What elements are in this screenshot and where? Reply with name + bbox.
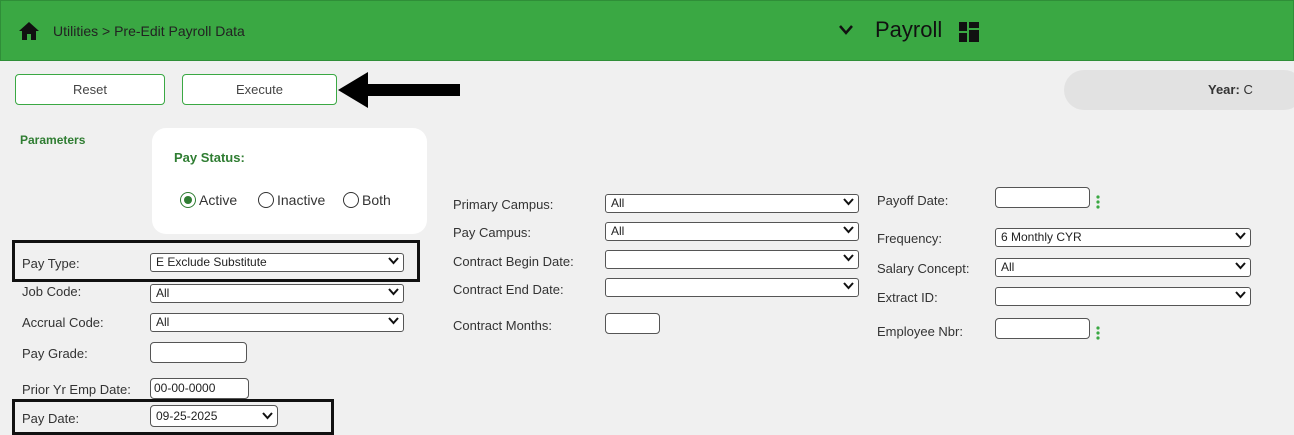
radio-active[interactable]: Active — [180, 191, 237, 209]
job-code-label: Job Code: — [22, 284, 82, 299]
chevron-down-icon — [388, 288, 399, 296]
pay-campus-value: All — [611, 224, 625, 238]
chevron-down-icon[interactable] — [839, 25, 853, 35]
pay-status-title: Pay Status: — [174, 150, 245, 165]
reset-button[interactable]: Reset — [15, 74, 165, 105]
date-picker-icon[interactable] — [1096, 195, 1100, 209]
contract-begin-date-label: Contract Begin Date: — [453, 254, 574, 269]
pay-type-label: Pay Type: — [22, 256, 80, 271]
pay-campus-label: Pay Campus: — [453, 225, 532, 240]
radio-both-label: Both — [362, 192, 391, 208]
chevron-down-icon — [388, 317, 399, 325]
radio-active-label: Active — [199, 192, 238, 208]
pay-date-label: Pay Date: — [22, 411, 80, 426]
chevron-down-icon — [1235, 232, 1246, 240]
chevron-down-icon — [262, 412, 273, 420]
pay-grade-label: Pay Grade: — [22, 346, 88, 361]
pay-date-value: 09-25-2025 — [156, 409, 218, 423]
contract-months-input[interactable] — [605, 313, 660, 334]
radio-unchecked-icon[interactable] — [258, 192, 274, 208]
chevron-down-icon — [843, 226, 854, 234]
breadcrumb[interactable]: Utilities > Pre-Edit Payroll Data — [53, 23, 245, 39]
parameters-label: Parameters — [20, 133, 86, 147]
chevron-down-icon — [843, 198, 854, 206]
chevron-down-icon — [843, 254, 854, 262]
payoff-date-label: Payoff Date: — [877, 193, 949, 208]
primary-campus-value: All — [611, 196, 625, 210]
pay-campus-select[interactable]: All — [605, 222, 859, 241]
contract-begin-date-select[interactable] — [605, 250, 859, 269]
radio-checked-icon[interactable] — [180, 192, 196, 208]
chevron-down-icon — [1235, 291, 1246, 299]
year-display: Year: C — [1208, 82, 1253, 97]
radio-unchecked-icon[interactable] — [343, 192, 359, 208]
prior-yr-emp-date-input[interactable]: 00-00-0000 — [150, 378, 249, 399]
pay-type-select[interactable]: E Exclude Substitute — [150, 253, 404, 272]
primary-campus-label: Primary Campus: — [453, 197, 554, 212]
chevron-down-icon — [1235, 262, 1246, 270]
frequency-select[interactable]: 6 Monthly CYR — [995, 228, 1251, 247]
chevron-down-icon — [388, 257, 399, 265]
chevron-down-icon — [843, 282, 854, 290]
job-code-select[interactable]: All — [150, 284, 404, 303]
contract-end-date-label: Contract End Date: — [453, 282, 564, 297]
apps-grid-icon[interactable] — [959, 22, 979, 42]
top-bar: Utilities > Pre-Edit Payroll Data Payrol… — [0, 0, 1294, 61]
salary-concept-label: Salary Concept: — [877, 261, 970, 276]
pay-grade-input[interactable] — [150, 342, 247, 363]
annotation-arrow-icon — [338, 72, 460, 108]
accrual-code-value: All — [156, 315, 170, 329]
pay-status-panel — [152, 128, 427, 234]
year-pill — [1064, 70, 1294, 110]
frequency-label: Frequency: — [877, 231, 943, 246]
year-label: Year: — [1208, 82, 1240, 97]
employee-nbr-label: Employee Nbr: — [877, 324, 963, 339]
frequency-value: 6 Monthly CYR — [1001, 230, 1082, 244]
employee-nbr-input[interactable] — [995, 318, 1090, 339]
contract-end-date-select[interactable] — [605, 278, 859, 297]
salary-concept-value: All — [1001, 260, 1015, 274]
extract-id-label: Extract ID: — [877, 290, 938, 305]
contract-months-label: Contract Months: — [453, 318, 552, 333]
lookup-icon[interactable] — [1096, 326, 1100, 340]
pay-type-value: E Exclude Substitute — [156, 255, 267, 269]
home-icon[interactable] — [19, 22, 39, 40]
radio-both[interactable]: Both — [343, 191, 391, 209]
prior-yr-emp-date-label: Prior Yr Emp Date: — [22, 382, 131, 397]
execute-button[interactable]: Execute — [182, 74, 337, 105]
salary-concept-select[interactable]: All — [995, 258, 1251, 277]
year-value: C — [1243, 82, 1253, 97]
accrual-code-label: Accrual Code: — [22, 315, 104, 330]
payoff-date-input[interactable] — [995, 187, 1090, 208]
job-code-value: All — [156, 286, 170, 300]
radio-inactive-label: Inactive — [277, 192, 326, 208]
radio-inactive[interactable]: Inactive — [258, 191, 325, 209]
primary-campus-select[interactable]: All — [605, 194, 859, 213]
extract-id-select[interactable] — [995, 287, 1251, 306]
module-title[interactable]: Payroll — [875, 17, 942, 43]
accrual-code-select[interactable]: All — [150, 313, 404, 332]
pay-date-select[interactable]: 09-25-2025 — [150, 405, 278, 427]
